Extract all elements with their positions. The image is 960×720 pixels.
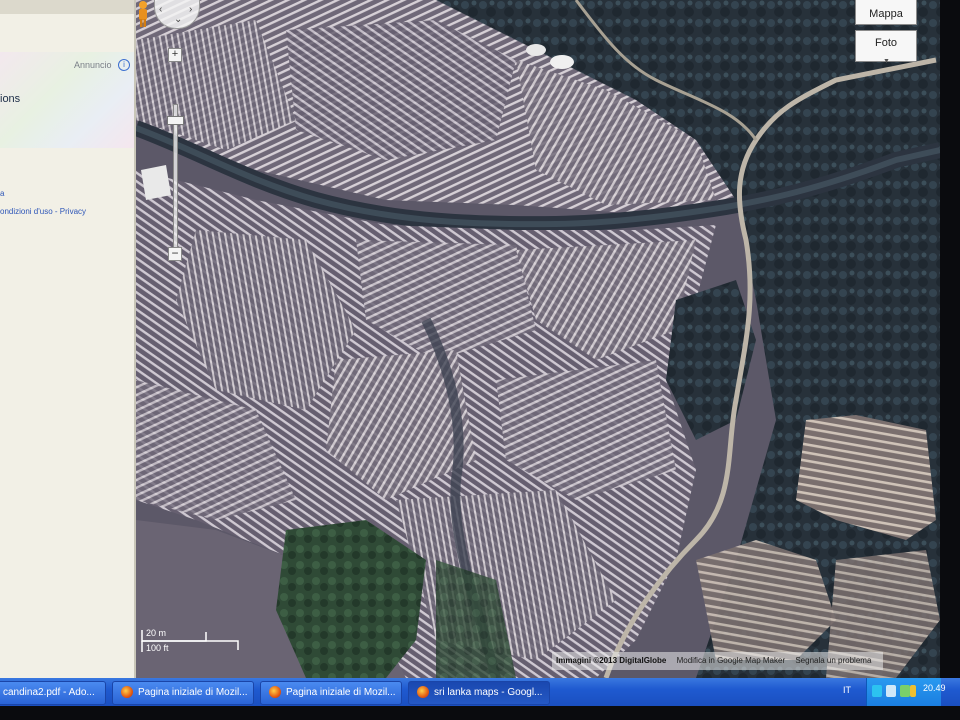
firefox-icon bbox=[121, 686, 133, 699]
edit-map-maker-link[interactable]: Modifica in Google Map Maker bbox=[677, 656, 786, 665]
clock: 20.49 bbox=[923, 683, 946, 693]
taskbar-item-firefox-2[interactable]: Pagina iniziale di Mozil... bbox=[260, 681, 402, 705]
sidebar-header bbox=[0, 0, 134, 14]
satellite-label: Foto bbox=[874, 37, 897, 49]
zoom-slider-track[interactable] bbox=[173, 104, 178, 256]
map-type-satellite-button[interactable]: Foto ▼ bbox=[855, 30, 917, 65]
taskbar-item-label: Pagina iniziale di Mozil... bbox=[138, 687, 248, 698]
sidebar-text-partial: ions bbox=[0, 93, 21, 105]
info-icon[interactable]: i bbox=[118, 59, 130, 71]
scale-bar: 20 m 100 ft bbox=[140, 628, 240, 654]
firefox-icon bbox=[417, 686, 429, 699]
sidebar-link-partial[interactable]: a bbox=[0, 189, 4, 198]
scale-imperial: 100 ft bbox=[146, 643, 169, 653]
satellite-imagery bbox=[136, 0, 940, 678]
pan-left-icon[interactable]: ‹ bbox=[159, 4, 162, 15]
taskbar-item-pdf[interactable]: candina2.pdf - Ado... bbox=[0, 681, 106, 705]
zoom-out-button[interactable]: − bbox=[168, 247, 182, 261]
taskbar-item-maps[interactable]: sri lanka maps - Googl... bbox=[408, 681, 550, 705]
language-indicator[interactable]: IT bbox=[843, 685, 851, 695]
monitor-bezel-bottom bbox=[0, 706, 960, 720]
taskbar-item-label: sri lanka maps - Googl... bbox=[434, 687, 543, 698]
map-attribution: Immagini ©2013 DigitalGlobe Modifica in … bbox=[552, 652, 884, 670]
taskbar-item-label: Pagina iniziale di Mozil... bbox=[286, 687, 396, 698]
zoom-slider-thumb[interactable] bbox=[167, 116, 184, 125]
security-icon[interactable] bbox=[886, 685, 896, 697]
chevron-down-icon: ▼ bbox=[883, 58, 890, 65]
pan-right-icon[interactable]: › bbox=[189, 4, 192, 15]
terms-privacy-link[interactable]: ondizioni d'uso - Privacy bbox=[0, 207, 86, 216]
pegman-icon[interactable] bbox=[136, 0, 150, 28]
taskbar-item-label: candina2.pdf - Ado... bbox=[3, 687, 95, 698]
zoom-in-button[interactable]: + bbox=[168, 48, 182, 62]
taskbar-item-firefox-1[interactable]: Pagina iniziale di Mozil... bbox=[112, 681, 254, 705]
alert-icon[interactable] bbox=[910, 685, 916, 697]
network-icon[interactable] bbox=[872, 685, 882, 697]
ad-label: Annuncio bbox=[74, 60, 112, 70]
volume-icon[interactable] bbox=[900, 685, 910, 697]
imagery-credit: Immagini ©2013 DigitalGlobe bbox=[556, 656, 667, 665]
pan-down-icon[interactable]: ⌄ bbox=[174, 14, 182, 25]
taskbar: candina2.pdf - Ado... Pagina iniziale di… bbox=[0, 678, 960, 706]
satellite-map[interactable]: ‹ › ⌄ + − Mappa Foto ▼ 20 m 100 ft Immag… bbox=[136, 0, 940, 678]
screen: Annuncio i ions a ondizioni d'uso - Priv… bbox=[0, 0, 960, 720]
map-type-map-button[interactable]: Mappa bbox=[855, 0, 917, 25]
report-problem-link[interactable]: Segnala un problema bbox=[795, 656, 871, 665]
scale-metric: 20 m bbox=[146, 628, 167, 638]
firefox-icon bbox=[269, 686, 281, 699]
left-sidebar: Annuncio i ions a ondizioni d'uso - Priv… bbox=[0, 0, 136, 678]
monitor-bezel-right bbox=[940, 0, 960, 720]
